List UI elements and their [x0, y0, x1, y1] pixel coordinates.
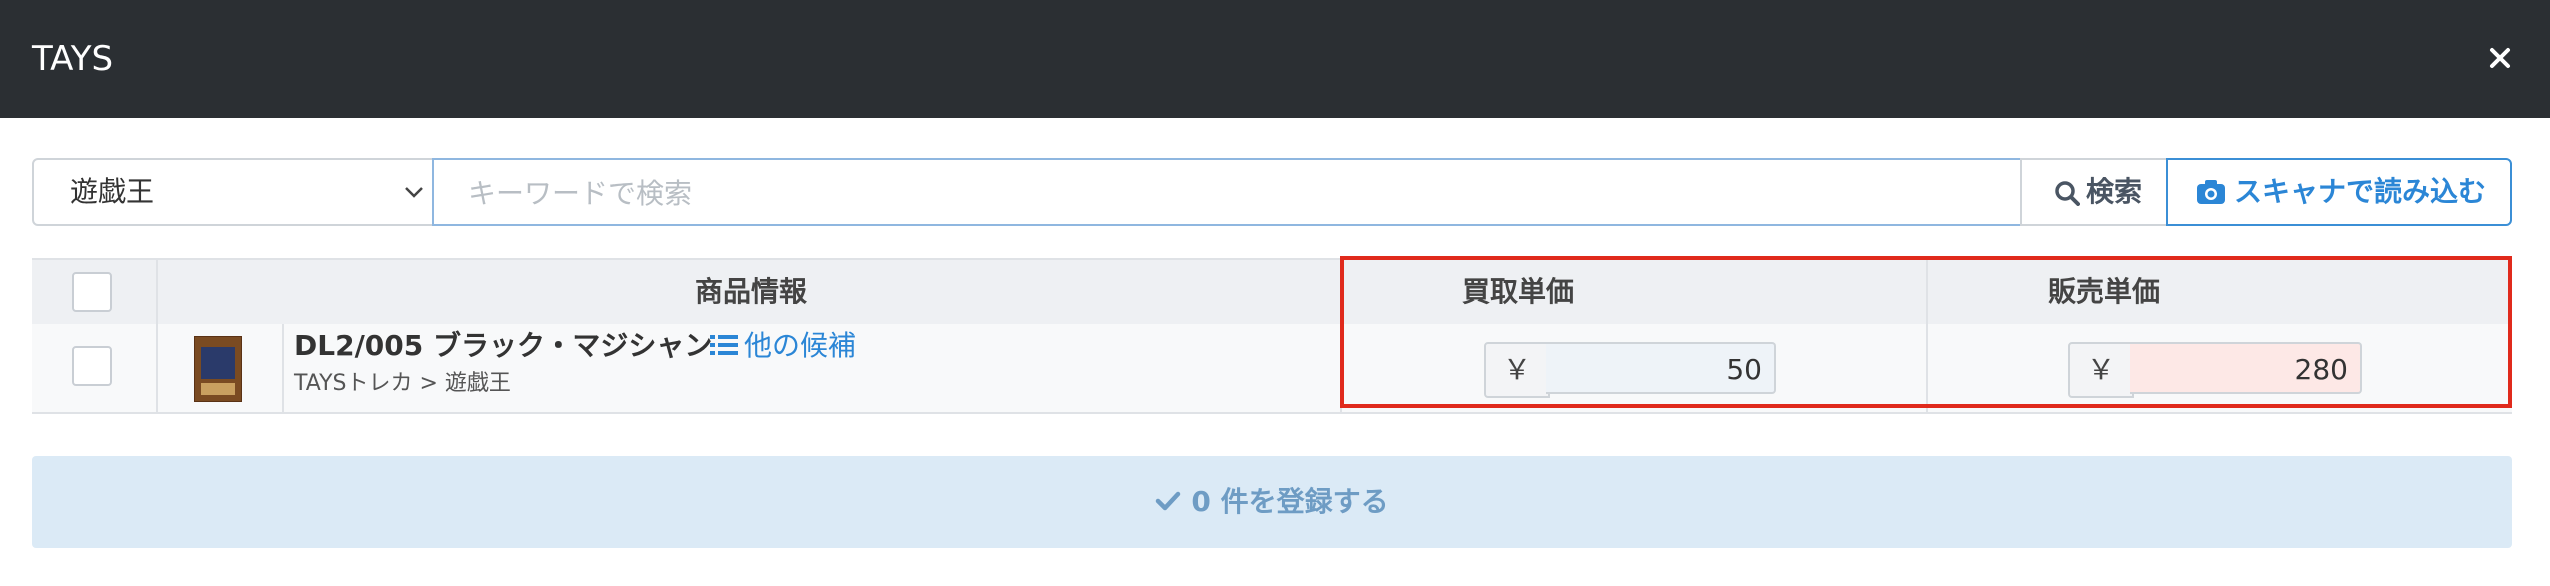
header-sell-price: 販売単価: [2047, 275, 2160, 308]
list-icon: [710, 335, 738, 355]
search-button[interactable]: 検索: [2020, 158, 2170, 226]
keyword-search-field[interactable]: [432, 158, 2024, 226]
scan-button[interactable]: スキャナで読み込む: [2166, 158, 2512, 226]
register-button[interactable]: 0 件を登録する: [32, 456, 2512, 548]
scan-button-label: スキャナで読み込む: [2234, 175, 2487, 208]
table-header: 商品情報 買取単価 販売単価: [32, 258, 2512, 324]
product-breadcrumb: TAYSトレカ > 遊戯王: [294, 371, 511, 396]
column-divider: [156, 258, 158, 412]
check-icon: [1156, 491, 1181, 511]
camera-icon: [2197, 180, 2225, 204]
category-select[interactable]: 遊戯王: [32, 158, 436, 226]
column-divider: [282, 324, 284, 412]
column-divider: [1340, 258, 1342, 412]
product-name: DL2/005 ブラック・マジシャン: [294, 329, 713, 362]
currency-symbol: ￥: [2068, 342, 2134, 398]
product-table: 商品情報 買取単価 販売単価 DL2/005 ブラック・マジシャン 他の候補 T…: [32, 258, 2512, 414]
register-button-label: 0 件を登録する: [1191, 485, 1389, 518]
modal-title: TAYS: [32, 39, 114, 79]
other-candidates-label: 他の候補: [744, 329, 857, 362]
sell-price-input[interactable]: 280: [2130, 342, 2362, 394]
header-buy-price: 買取単価: [1461, 275, 1574, 308]
chevron-down-icon: [405, 187, 423, 198]
search-button-label: 検索: [2086, 175, 2143, 208]
other-candidates-link[interactable]: 他の候補: [710, 328, 856, 364]
select-all-checkbox[interactable]: [72, 272, 112, 312]
modal-header: TAYS: [0, 0, 2550, 118]
search-icon: [2055, 181, 2080, 206]
close-icon[interactable]: [2476, 34, 2524, 82]
keyword-search-input[interactable]: [466, 170, 2010, 216]
header-product-info: 商品情報: [694, 275, 807, 308]
column-divider: [1926, 258, 1928, 412]
table-row: DL2/005 ブラック・マジシャン 他の候補 TAYSトレカ > 遊戯王 ￥ …: [32, 324, 2512, 414]
buy-price-input[interactable]: 50: [1546, 342, 1776, 394]
currency-symbol: ￥: [1484, 342, 1550, 398]
category-select-value: 遊戯王: [70, 175, 155, 208]
search-bar: 遊戯王 検索 スキャナで読み込む: [32, 158, 2512, 226]
row-checkbox[interactable]: [72, 346, 112, 386]
card-thumbnail: [194, 336, 242, 402]
